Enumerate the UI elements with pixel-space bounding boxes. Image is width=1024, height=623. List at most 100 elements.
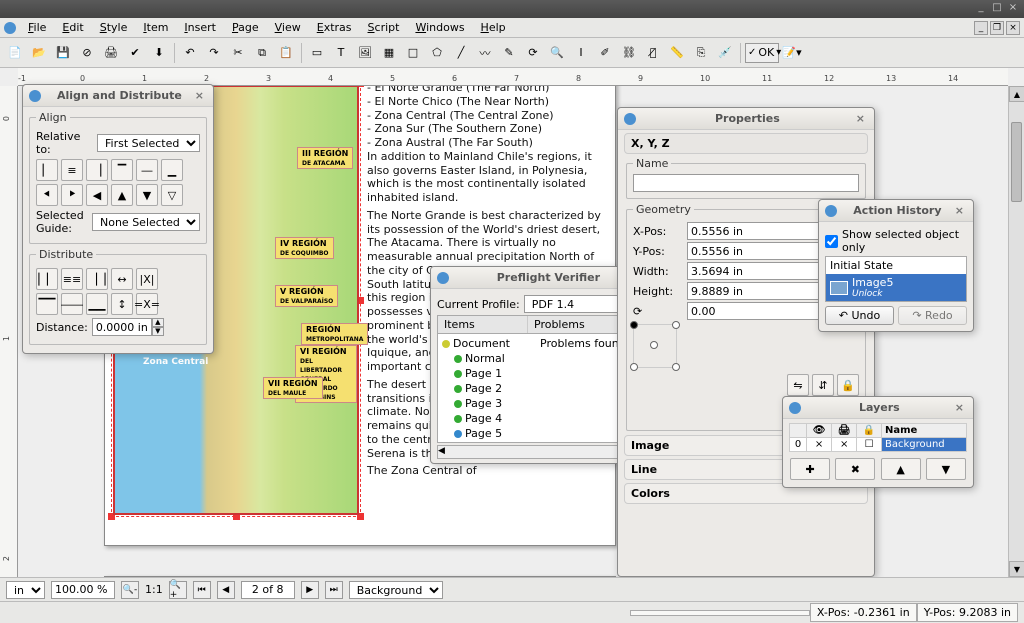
dist-equal-h-icon[interactable]: |X|	[136, 268, 158, 290]
layer-down-icon[interactable]: ▼	[926, 458, 966, 480]
menu-style[interactable]: Style	[92, 19, 136, 36]
dist-hcenter-icon[interactable]: ≡≡	[61, 268, 83, 290]
menu-insert[interactable]: Insert	[176, 19, 224, 36]
layer-up-icon[interactable]: ▲	[881, 458, 921, 480]
basepoint-selector[interactable]	[633, 324, 677, 368]
align-top-icon[interactable]: ▔	[111, 159, 133, 181]
panel-close[interactable]: ×	[952, 204, 967, 217]
align-center-h-icon[interactable]: ≡	[61, 159, 83, 181]
menu-windows[interactable]: Windows	[407, 19, 472, 36]
save-icon[interactable]: 💾	[52, 42, 74, 64]
layer-select[interactable]: Background	[349, 581, 443, 599]
unlink-frames-icon[interactable]: ⛓̸	[642, 42, 664, 64]
dist-vgap-icon[interactable]: ↕	[111, 293, 133, 315]
align-left-edges-icon[interactable]: ⯇	[36, 184, 58, 206]
cut-icon[interactable]: ✂	[227, 42, 249, 64]
menu-item[interactable]: Item	[135, 19, 176, 36]
panel-close[interactable]: ×	[952, 401, 967, 414]
menu-view[interactable]: View	[267, 19, 309, 36]
distance-input[interactable]	[92, 318, 152, 336]
layer-print-toggle[interactable]: ×	[832, 438, 857, 452]
zoom-ratio[interactable]: 1:1	[145, 583, 163, 596]
align-centers-h-icon[interactable]: ⯈	[61, 184, 83, 206]
name-input[interactable]	[633, 174, 859, 192]
spin-up[interactable]: ▲	[152, 318, 164, 327]
align-center-v-icon[interactable]: ―	[136, 159, 158, 181]
unit-select[interactable]: in	[6, 581, 45, 599]
zoom-input[interactable]	[51, 581, 115, 599]
align-centers-v-icon[interactable]: ▼	[136, 184, 158, 206]
mdi-close[interactable]: ×	[1006, 21, 1020, 35]
lock-icon[interactable]: 🔒	[837, 374, 859, 396]
align-right-edges-icon[interactable]: ◀	[86, 184, 108, 206]
guide-select[interactable]: None Selected	[92, 213, 200, 231]
show-selected-checkbox[interactable]	[825, 235, 838, 248]
relative-to-select[interactable]: First Selected	[97, 134, 200, 152]
redo-icon[interactable]: ↷	[203, 42, 225, 64]
menu-extras[interactable]: Extras	[309, 19, 360, 36]
dist-vcenter-icon[interactable]: ――	[61, 293, 83, 315]
panel-close[interactable]: ×	[853, 112, 868, 125]
dist-left-icon[interactable]: ▏▏	[36, 268, 58, 290]
window-close[interactable]: ×	[1006, 2, 1020, 16]
menu-script[interactable]: Script	[360, 19, 408, 36]
spin-down[interactable]: ▼	[152, 327, 164, 336]
copy-icon[interactable]: ⧉	[251, 42, 273, 64]
text-frame-icon[interactable]: T	[330, 42, 352, 64]
zoom-in-icon[interactable]: 🔍+	[169, 581, 187, 599]
line-icon[interactable]: ╱	[450, 42, 472, 64]
bezier-icon[interactable]: 〰	[474, 42, 496, 64]
flip-h-icon[interactable]: ⇋	[787, 374, 809, 396]
edit-text-icon[interactable]: I	[570, 42, 592, 64]
layer-name[interactable]: Background	[882, 438, 967, 452]
scroll-down-icon[interactable]: ▼	[1009, 561, 1024, 577]
shape-rect-icon[interactable]: □	[402, 42, 424, 64]
align-top-edges-icon[interactable]: ▲	[111, 184, 133, 206]
preflight-icon[interactable]: ✔	[124, 42, 146, 64]
layer-lock-toggle[interactable]: ☐	[857, 438, 882, 452]
ruler-vertical[interactable]: 012	[0, 86, 18, 577]
align-left-icon[interactable]: ▏	[36, 159, 58, 181]
mdi-restore[interactable]: ❐	[990, 21, 1004, 35]
table-icon[interactable]: ▦	[378, 42, 400, 64]
pdf-field-ok[interactable]: ✓ OK ▾	[745, 43, 779, 63]
open-icon[interactable]: 📂	[28, 42, 50, 64]
dist-equal-v-icon[interactable]: =X=	[136, 293, 158, 315]
section-xyz[interactable]: X, Y, Z	[624, 133, 868, 154]
align-right-icon[interactable]: ▕	[86, 159, 108, 181]
dist-bottom-icon[interactable]: ▁▁	[86, 293, 108, 315]
image-frame-icon[interactable]: 🖼	[354, 42, 376, 64]
dist-hgap-icon[interactable]: ↔	[111, 268, 133, 290]
new-icon[interactable]: 📄	[4, 42, 26, 64]
layer-row[interactable]: 0 × × ☐ Background	[790, 438, 967, 452]
prev-page-icon[interactable]: ◀	[217, 581, 235, 599]
measure-icon[interactable]: 📏	[666, 42, 688, 64]
last-page-icon[interactable]: ⏭	[325, 581, 343, 599]
history-item[interactable]: Image5 Unlock	[826, 274, 966, 301]
dist-top-icon[interactable]: ▔▔	[36, 293, 58, 315]
scroll-up-icon[interactable]: ▲	[1009, 86, 1024, 102]
mdi-minimize[interactable]: _	[974, 21, 988, 35]
history-initial[interactable]: Initial State	[826, 257, 966, 274]
flip-v-icon[interactable]: ⇵	[812, 374, 834, 396]
shape-poly-icon[interactable]: ⬠	[426, 42, 448, 64]
first-page-icon[interactable]: ⏮	[193, 581, 211, 599]
menu-file[interactable]: File	[20, 19, 54, 36]
next-page-icon[interactable]: ▶	[301, 581, 319, 599]
copy-props-icon[interactable]: ⎘	[690, 42, 712, 64]
panel-close[interactable]: ×	[192, 89, 207, 102]
freehand-icon[interactable]: ✎	[498, 42, 520, 64]
window-maximize[interactable]: □	[990, 2, 1004, 16]
menu-page[interactable]: Page	[224, 19, 267, 36]
align-bottom-edges-icon[interactable]: ▽	[161, 184, 183, 206]
zoom-icon[interactable]: 🔍	[546, 42, 568, 64]
menu-help[interactable]: Help	[473, 19, 514, 36]
layer-add-icon[interactable]: ✚	[790, 458, 830, 480]
layer-delete-icon[interactable]: ✖	[835, 458, 875, 480]
window-minimize[interactable]: _	[974, 2, 988, 16]
zoom-out-icon[interactable]: 🔍-	[121, 581, 139, 599]
link-frames-icon[interactable]: ⛓	[618, 42, 640, 64]
align-bottom-icon[interactable]: ▁	[161, 159, 183, 181]
undo-button[interactable]: ↶ Undo	[825, 306, 894, 325]
eyedropper-icon[interactable]: 💉	[714, 42, 736, 64]
